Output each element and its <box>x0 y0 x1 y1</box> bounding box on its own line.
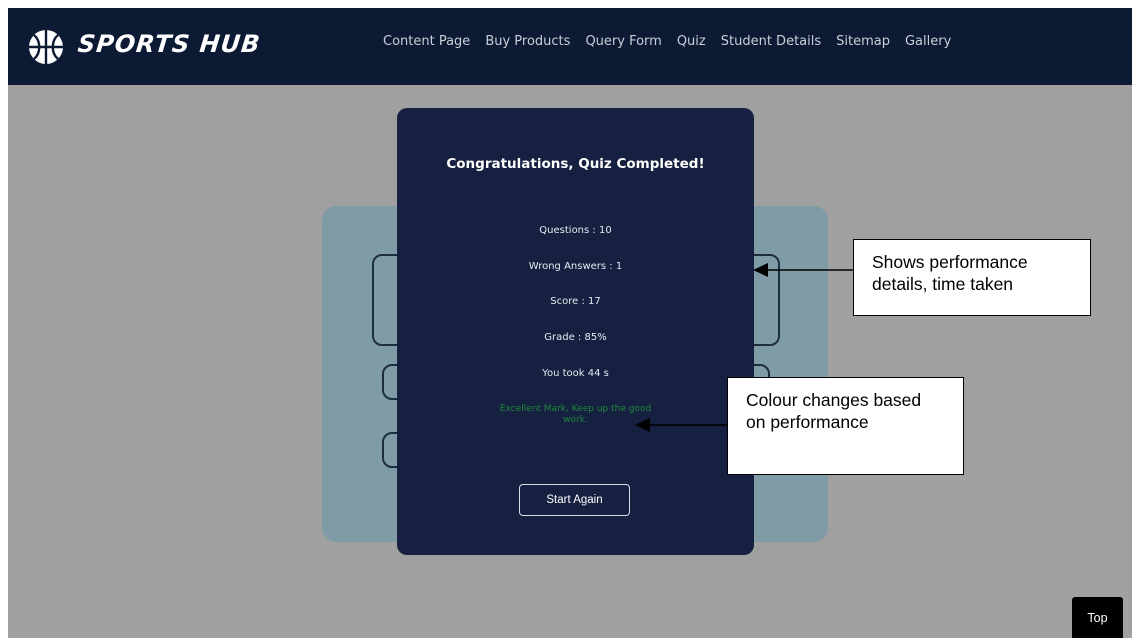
page-frame: SPORTS HUB Content Page Buy Products Que… <box>8 8 1132 638</box>
nav-link-quiz[interactable]: Quiz <box>677 34 706 49</box>
questions-count: Questions : 10 <box>539 225 612 236</box>
nav-link-gallery[interactable]: Gallery <box>905 34 951 49</box>
main-nav: Content Page Buy Products Query Form Qui… <box>383 34 951 49</box>
time-taken: You took 44 s <box>542 368 609 379</box>
brand-name[interactable]: SPORTS HUB <box>77 30 263 58</box>
back-to-top-button[interactable]: Top <box>1072 597 1123 638</box>
nav-link-query-form[interactable]: Query Form <box>585 34 661 49</box>
grade-value: Grade : 85% <box>544 332 607 343</box>
score-value: Score : 17 <box>550 296 601 307</box>
nav-link-content-page[interactable]: Content Page <box>383 34 470 49</box>
nav-link-buy-products[interactable]: Buy Products <box>485 34 570 49</box>
performance-feedback: Excellent Mark, Keep up the good work. <box>499 404 652 425</box>
annotation-colour: Colour changes based on performance <box>727 377 964 475</box>
start-again-button[interactable]: Start Again <box>519 484 630 516</box>
modal-title: Congratulations, Quiz Completed! <box>446 156 705 172</box>
basketball-icon[interactable] <box>26 27 66 67</box>
navbar: SPORTS HUB Content Page Buy Products Que… <box>8 8 1132 85</box>
nav-link-student-details[interactable]: Student Details <box>721 34 821 49</box>
wrong-answers-count: Wrong Answers : 1 <box>528 261 623 272</box>
quiz-results-modal: Congratulations, Quiz Completed! Questio… <box>397 108 754 555</box>
annotation-performance: Shows performance details, time taken <box>853 239 1091 316</box>
nav-link-sitemap[interactable]: Sitemap <box>836 34 890 49</box>
